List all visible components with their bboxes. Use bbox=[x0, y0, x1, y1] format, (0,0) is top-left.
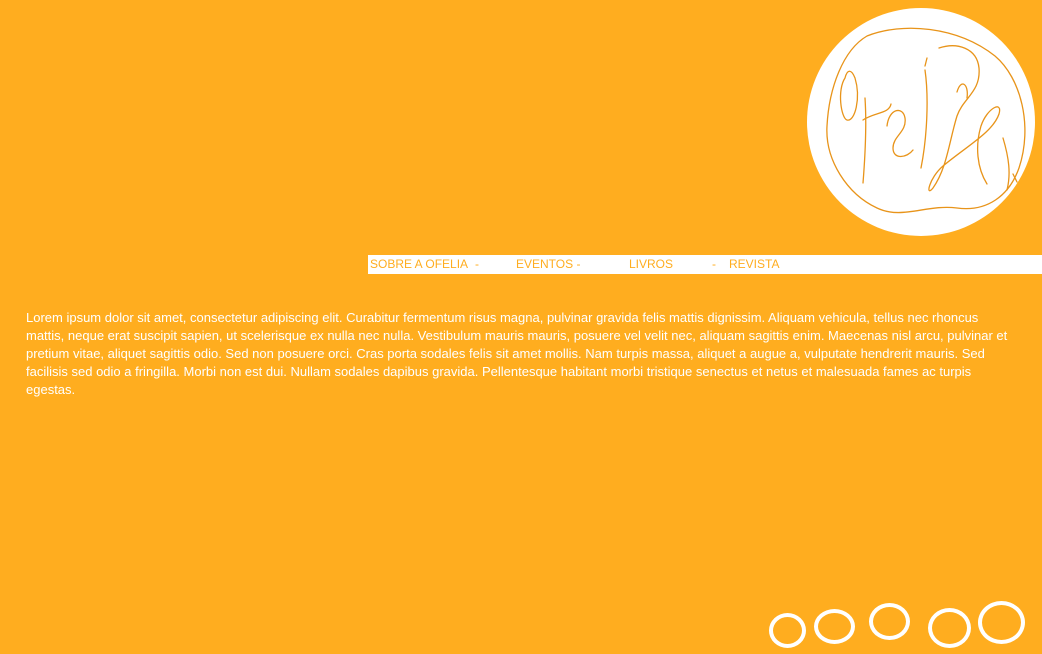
nav-separator: - bbox=[475, 257, 479, 271]
circle-icon[interactable] bbox=[928, 608, 971, 648]
circle-icon[interactable] bbox=[814, 609, 855, 644]
intro-paragraph: Lorem ipsum dolor sit amet, consectetur … bbox=[26, 310, 1008, 397]
circle-icon[interactable] bbox=[869, 603, 910, 640]
nav-item-sobre-a-ofelia[interactable]: SOBRE A OFELIA bbox=[370, 257, 468, 272]
nav-item-revista[interactable]: REVISTA bbox=[729, 257, 779, 272]
nav-separator: - bbox=[712, 257, 716, 271]
circle-icon[interactable] bbox=[978, 601, 1025, 644]
nav-item-livros[interactable]: LIVROS bbox=[629, 257, 673, 272]
circle-icon[interactable] bbox=[769, 613, 806, 648]
nav-item-eventos[interactable]: EVENTOS - bbox=[516, 257, 580, 272]
signature-logo-icon bbox=[826, 27, 1026, 214]
main-nav: SOBRE A OFELIA - EVENTOS - LIVROS - REVI… bbox=[368, 255, 1042, 274]
logo[interactable] bbox=[807, 8, 1035, 236]
